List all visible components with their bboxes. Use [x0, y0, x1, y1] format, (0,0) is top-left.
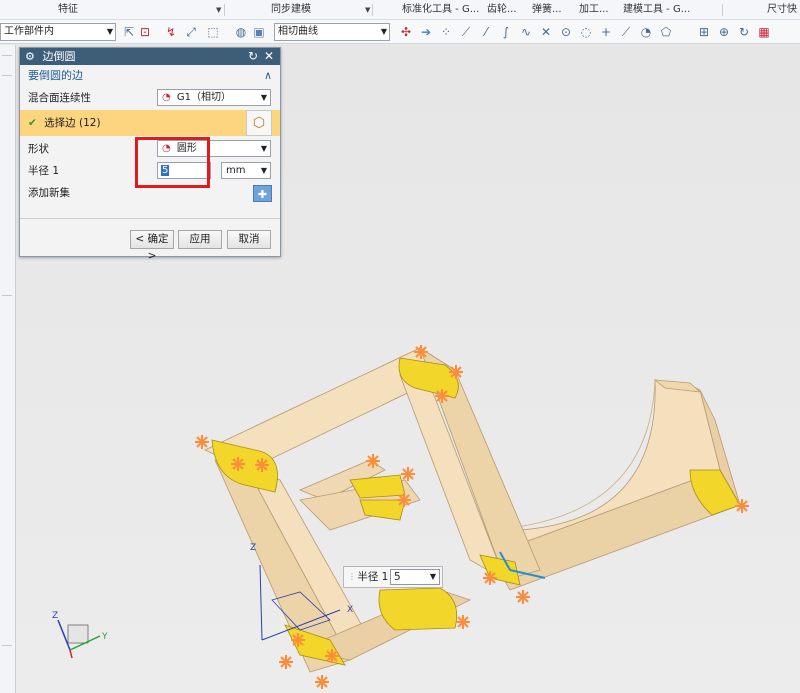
fillet-handle[interactable]	[366, 454, 380, 468]
shape-label: 形状	[28, 143, 49, 155]
select-edge-row[interactable]: ✔ 选择边 (12) ⬡	[20, 110, 280, 136]
fillet-handle[interactable]	[315, 675, 329, 689]
onscreen-radius-value: 5	[394, 571, 401, 583]
continuity-row: 混合面连续性 ◔ G1（相切） ▼	[20, 87, 280, 109]
onscreen-radius-label: 半径 1	[357, 571, 389, 583]
continuity-select[interactable]: ◔ G1（相切） ▼	[157, 89, 271, 106]
add-set-icon: ✚	[257, 188, 268, 201]
triad-z-label: Z	[52, 611, 58, 621]
fillet-handle[interactable]	[255, 458, 269, 472]
divider	[20, 218, 280, 219]
fillet-handle[interactable]	[456, 615, 470, 629]
continuity-value: G1（相切）	[176, 92, 232, 103]
fillet-handle[interactable]	[279, 655, 293, 669]
fillet-handle[interactable]	[483, 571, 497, 585]
cube-icon: ⬡	[252, 115, 266, 131]
fillet-handle[interactable]	[516, 590, 530, 604]
chevron-down-icon[interactable]: ▼	[261, 90, 267, 105]
gear-icon[interactable]: ⚙	[25, 48, 39, 65]
dialog-button-bar: < 确定 > 应用 取消	[20, 228, 280, 262]
fillet-handle[interactable]	[449, 365, 463, 379]
apply-button[interactable]: 应用	[178, 230, 222, 249]
radius-unit: mm	[226, 165, 246, 176]
fillet-handle[interactable]	[435, 389, 449, 403]
radius-unit-select[interactable]: mm ▼	[221, 162, 271, 179]
fillet-handle[interactable]	[735, 499, 749, 513]
csys-z-label: Z	[250, 543, 256, 553]
continuity-label: 混合面连续性	[28, 92, 91, 104]
tangent-icon: ◔	[162, 92, 171, 103]
chevron-down-icon[interactable]: ▼	[261, 141, 267, 156]
select-edge-cube-button[interactable]: ⬡	[246, 110, 272, 136]
select-edge-label: 选择边 (12)	[44, 117, 101, 129]
onscreen-radius-input[interactable]: ⋮ 半径 1 5 ▼	[343, 566, 443, 588]
fillet-handle[interactable]	[195, 435, 209, 449]
csys-x-label: X	[347, 605, 353, 615]
add-set-label: 添加新集	[28, 187, 70, 199]
fillet-handle[interactable]	[325, 649, 339, 663]
ok-button[interactable]: < 确定 >	[130, 230, 174, 262]
fillet-handle[interactable]	[231, 457, 245, 471]
section-header[interactable]: 要倒圆的边 ∧	[20, 65, 280, 87]
triad-y-label: Y	[101, 632, 108, 642]
dialog-title-bar[interactable]: ⚙ 边倒圆 ↻ ✕	[20, 48, 280, 65]
close-icon[interactable]: ✕	[262, 48, 276, 65]
reset-icon[interactable]: ↻	[246, 48, 260, 65]
view-triad: Z Y	[52, 611, 108, 659]
section-title: 要倒圆的边	[28, 69, 83, 82]
dialog-title: 边倒圆	[42, 50, 76, 63]
fillet-handle[interactable]	[414, 345, 428, 359]
chevron-up-icon[interactable]: ∧	[264, 65, 272, 87]
onscreen-radius-select[interactable]: 5 ▼	[390, 569, 440, 585]
radius-label: 半径 1	[28, 165, 60, 177]
annotation-highlight-box	[135, 137, 210, 188]
fillet-handle[interactable]	[397, 493, 411, 507]
check-icon: ✔	[28, 117, 37, 129]
chevron-down-icon[interactable]: ▼	[261, 163, 267, 178]
drag-grip-icon[interactable]: ⋮	[348, 567, 356, 587]
fillet-handle[interactable]	[291, 633, 305, 647]
chevron-down-icon[interactable]: ▼	[430, 570, 436, 584]
add-new-set-button[interactable]: ✚	[253, 185, 272, 202]
cancel-button[interactable]: 取消	[227, 230, 271, 249]
fillet-handle[interactable]	[401, 467, 415, 481]
